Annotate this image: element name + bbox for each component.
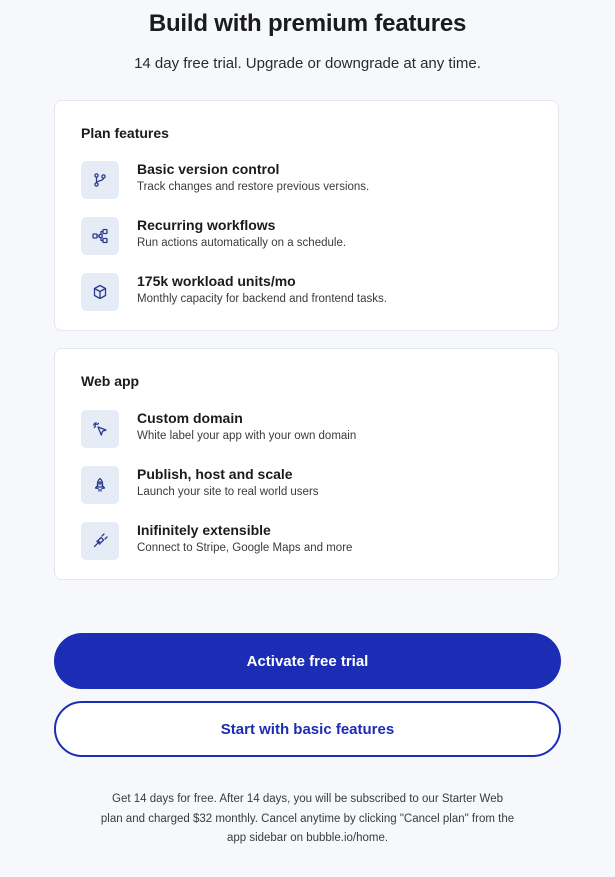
feature-workload-units: 175k workload units/mo Monthly capacity … xyxy=(81,273,541,311)
start-basic-features-button[interactable]: Start with basic features xyxy=(54,701,561,757)
plug-icon xyxy=(81,522,119,560)
feature-custom-domain: Custom domain White label your app with … xyxy=(81,410,541,448)
web-app-title: Web app xyxy=(81,373,140,389)
trial-footnote: Get 14 days for free. After 14 days, you… xyxy=(100,793,515,844)
rocket-icon xyxy=(81,466,119,504)
feature-extensible: Inifinitely extensible Connect to Stripe… xyxy=(81,522,541,560)
feature-name: Inifinitely extensible xyxy=(137,522,271,538)
page-subtitle: 14 day free trial. Upgrade or downgrade … xyxy=(134,55,481,72)
plan-features-title: Plan features xyxy=(81,125,169,141)
feature-description: Track changes and restore previous versi… xyxy=(137,181,370,193)
workflow-icon xyxy=(81,217,119,255)
page-title: Build with premium features xyxy=(148,10,467,37)
cursor-click-icon xyxy=(81,410,119,448)
feature-description: Connect to Stripe, Google Maps and more xyxy=(137,542,353,554)
feature-description: Monthly capacity for backend and fronten… xyxy=(137,293,387,305)
plan-features-card: Plan features Basic version control Trac… xyxy=(54,100,559,331)
premium-features-page: Build with premium features 14 day free … xyxy=(0,0,615,877)
web-app-card: Web app Custom domain White label your a… xyxy=(54,348,559,580)
feature-publish-host: Publish, host and scale Launch your site… xyxy=(81,466,541,504)
feature-version-control: Basic version control Track changes and … xyxy=(81,161,541,199)
feature-recurring-workflows: Recurring workflows Run actions automati… xyxy=(81,217,541,255)
feature-name: Custom domain xyxy=(137,410,243,426)
feature-name: 175k workload units/mo xyxy=(137,273,296,289)
feature-name: Basic version control xyxy=(137,161,280,177)
cube-icon xyxy=(81,273,119,311)
feature-name: Recurring workflows xyxy=(137,217,276,233)
feature-description: White label your app with your own domai… xyxy=(137,430,357,442)
feature-name: Publish, host and scale xyxy=(137,466,293,482)
feature-description: Launch your site to real world users xyxy=(137,486,319,498)
git-branch-icon xyxy=(81,161,119,199)
feature-description: Run actions automatically on a schedule. xyxy=(137,237,347,249)
activate-free-trial-button[interactable]: Activate free trial xyxy=(54,633,561,689)
